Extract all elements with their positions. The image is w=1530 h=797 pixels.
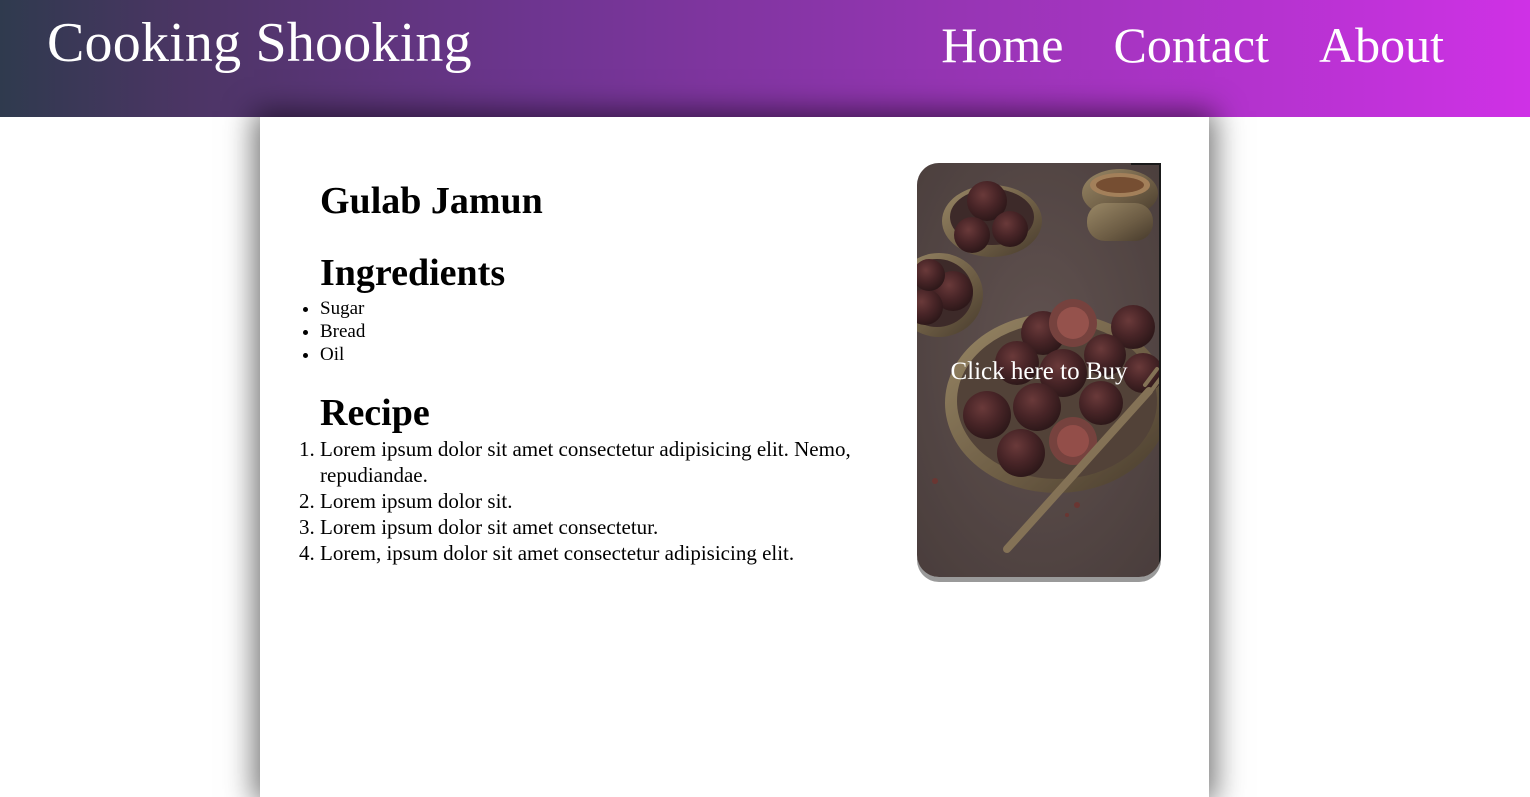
recipe-title: Gulab Jamun (320, 180, 543, 222)
ingredients-heading: Ingredients (320, 252, 506, 294)
top-navbar: Cooking Shooking Home Contact About (0, 0, 1530, 117)
brand-title[interactable]: Cooking Shooking (47, 8, 472, 78)
nav-link-about[interactable]: About (1319, 14, 1444, 76)
ingredient-item: Oil (320, 343, 365, 366)
recipe-step: Lorem ipsum dolor sit amet consectetur a… (320, 436, 900, 488)
recipe-heading: Recipe (320, 392, 430, 434)
card-top-line (1131, 163, 1161, 165)
ingredient-item: Bread (320, 320, 365, 343)
recipe-step: Lorem, ipsum dolor sit amet consectetur … (320, 540, 900, 566)
recipe-step: Lorem ipsum dolor sit. (320, 488, 900, 514)
ingredient-item: Sugar (320, 297, 365, 320)
recipe-steps-list: Lorem ipsum dolor sit amet consectetur a… (320, 436, 900, 566)
recipe-step: Lorem ipsum dolor sit amet consectetur. (320, 514, 900, 540)
nav-link-home[interactable]: Home (941, 14, 1063, 76)
nav-links: Home Contact About (941, 14, 1444, 76)
nav-link-contact[interactable]: Contact (1113, 14, 1269, 76)
recipe-card: Gulab Jamun Ingredients Sugar Bread Oil … (260, 117, 1209, 797)
ingredients-list: Sugar Bread Oil (320, 297, 365, 366)
buy-button-label[interactable]: Click here to Buy (917, 357, 1161, 387)
buy-card[interactable]: Click here to Buy (917, 163, 1161, 577)
